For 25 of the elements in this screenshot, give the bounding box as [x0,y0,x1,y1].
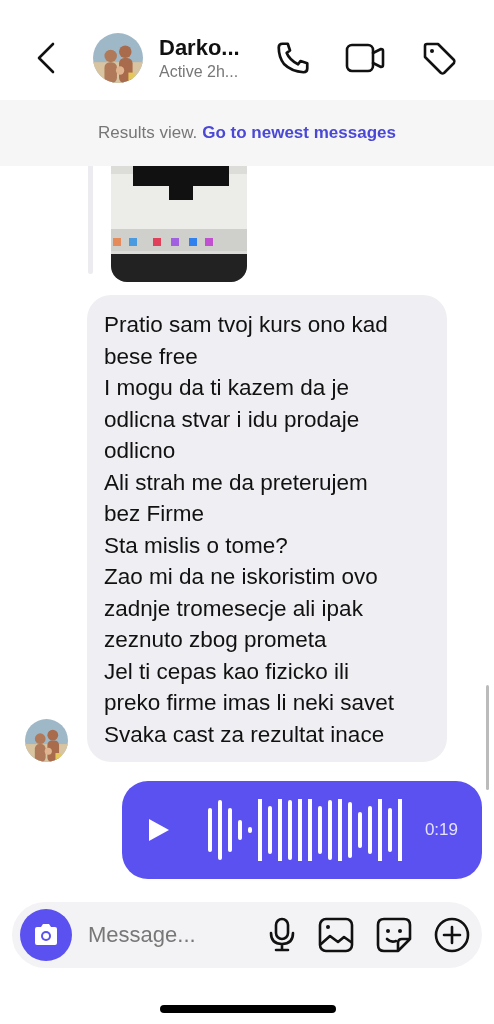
message-text: Svaka cast za rezultat inace [104,720,386,749]
message-text: Ali strah me da preterujem bez Firme [104,468,369,528]
banner-text: Results view. [98,123,198,143]
voice-duration: 0:19 [424,820,458,840]
message-text: Pratio sam tvoj kurs ono kad bese free [104,311,389,371]
camera-icon [32,923,60,947]
sticker-icon[interactable] [376,917,412,953]
back-icon[interactable] [36,42,56,74]
message-text: Sta mislis o tome? [104,531,289,560]
tag-icon[interactable] [421,40,457,76]
image-icon[interactable] [318,917,354,953]
message-text: Zao mi da ne iskoristim ovo zadnje tromesecje ali ipak zeznuto zbog prometa [104,563,379,654]
camera-button[interactable] [20,909,72,961]
play-icon[interactable] [148,818,170,842]
avatar [93,33,143,83]
message-text: Jel ti cepas kao fizicko ili preko firme imas li neki savet [104,657,396,717]
message-text: I mogu da ti kazem da je odlicna stvar i idu prodaje odlicno [104,374,361,465]
phone-icon[interactable] [275,40,311,76]
contact-name: Darko... [159,35,241,61]
add-icon[interactable] [434,917,470,953]
newest-messages-link[interactable]: Go to newest messages [202,123,396,143]
active-status: Active 2h... [159,63,240,81]
video-call-icon[interactable] [345,41,385,75]
microphone-icon[interactable] [268,917,296,953]
message-input[interactable]: Message... [86,921,216,949]
